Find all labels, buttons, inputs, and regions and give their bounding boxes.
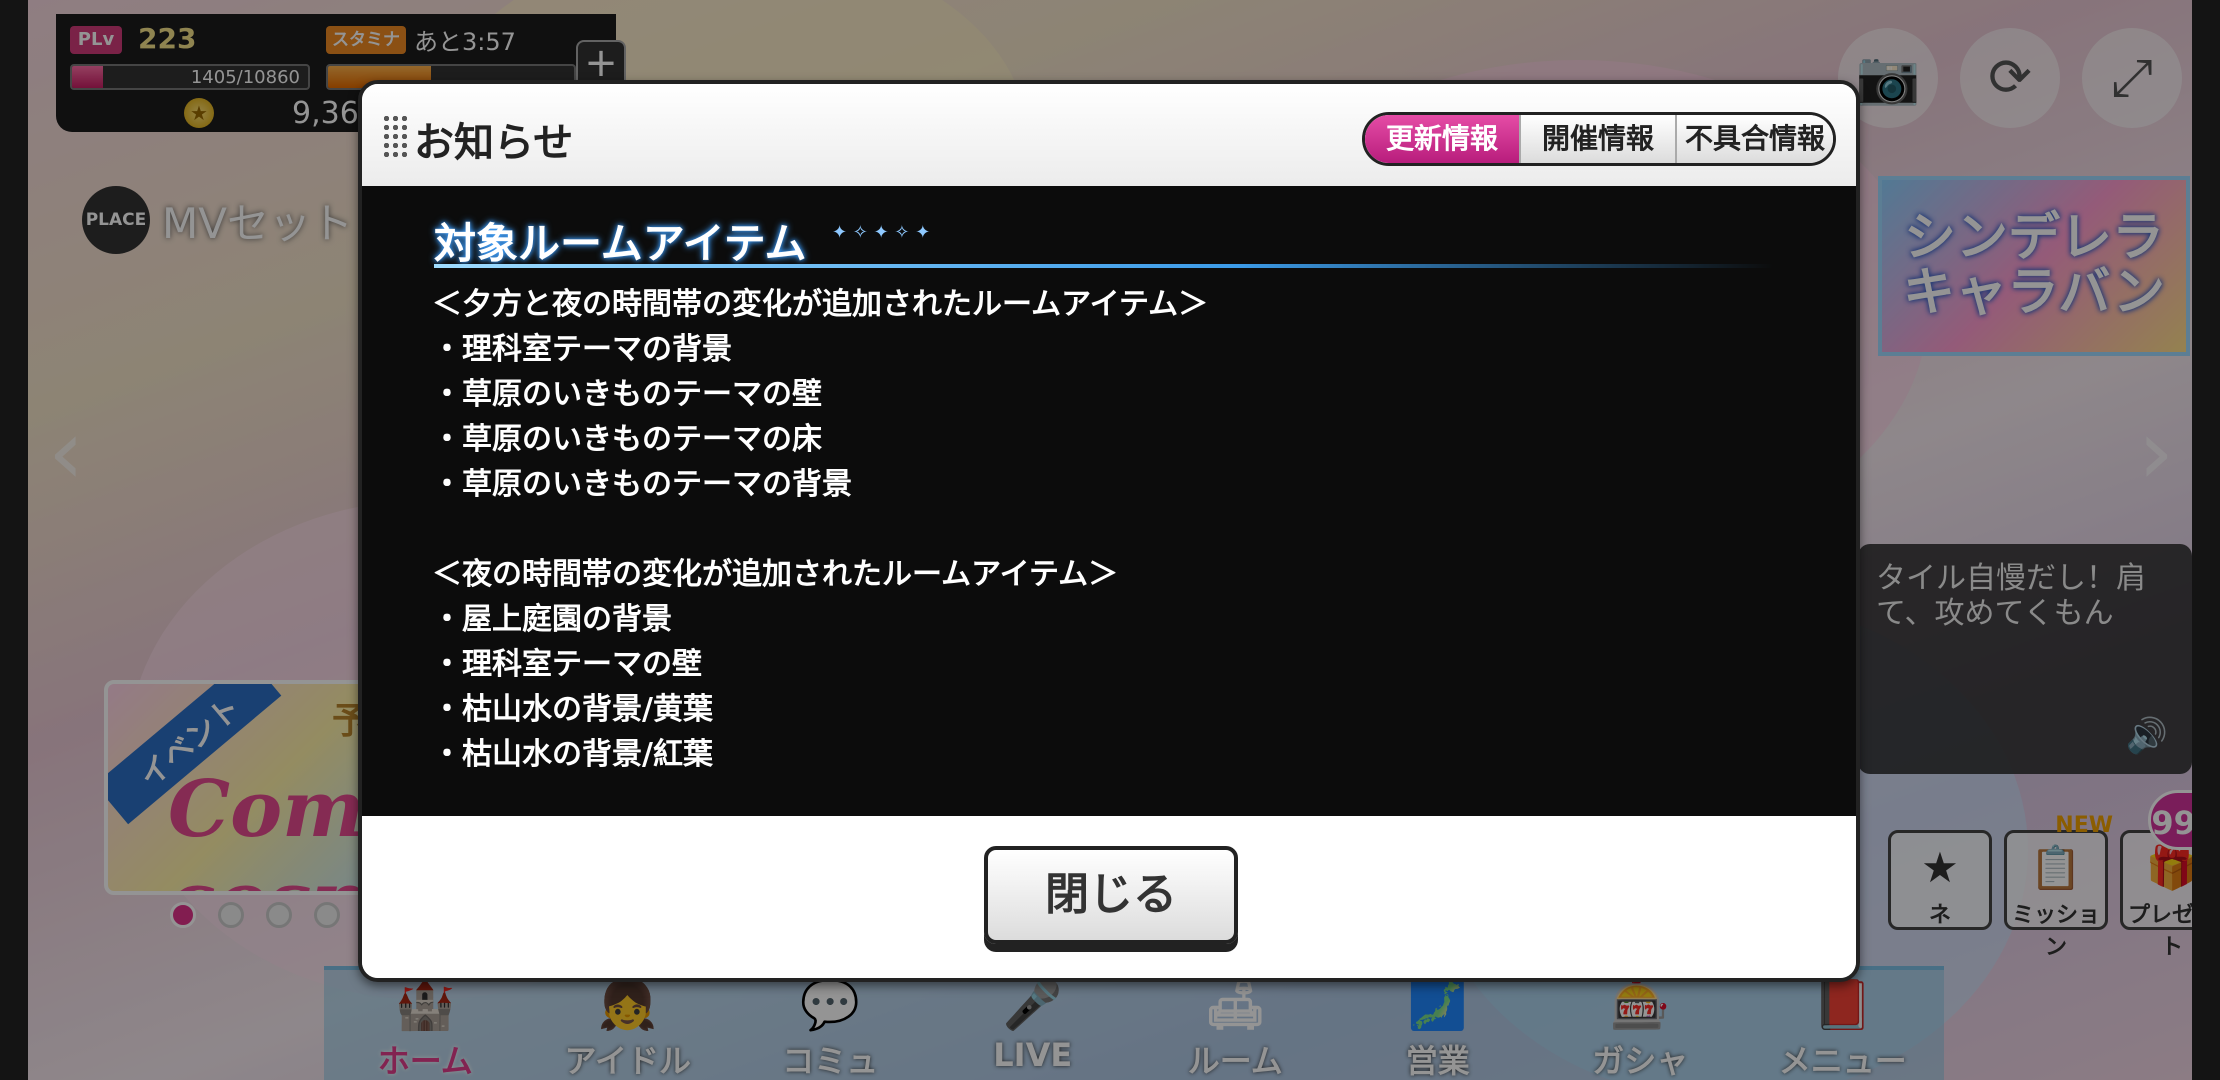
tab-bug-info[interactable]: 不具合情報 (1677, 115, 1833, 163)
notice-line: ・理科室テーマの壁 (432, 647, 702, 682)
notice-spacer (432, 507, 1208, 552)
letterbox-right (2192, 0, 2220, 1080)
notice-tabs: 更新情報 開催情報 不具合情報 (1362, 112, 1836, 166)
notice-content[interactable]: 対象ルームアイテム ✦ ✧ ✦ ✧ ✦ ＜夕方と夜の時間帯の変化が追加されたルー… (362, 186, 1856, 816)
section-divider (434, 264, 1774, 268)
section-title: 対象ルームアイテム (434, 219, 807, 268)
notice-line: ・枯山水の背景/黄葉 (432, 692, 713, 727)
notice-line: ・理科室テーマの背景 (432, 332, 732, 367)
notice-line: ・草原のいきものテーマの壁 (432, 377, 822, 412)
tab-event-info[interactable]: 開催情報 (1521, 115, 1677, 163)
notice-line: ・草原のいきものテーマの背景 (432, 467, 852, 502)
notice-line: ＜夕方と夜の時間帯の変化が追加されたルームアイテム＞ (432, 287, 1209, 322)
letterbox-left (0, 0, 28, 1080)
tab-update-info[interactable]: 更新情報 (1365, 115, 1521, 163)
notice-text: ＜夕方と夜の時間帯の変化が追加されたルームアイテム＞ ・理科室テーマの背景・草原の… (432, 282, 1208, 777)
sparkle-icon: ✦ ✧ ✦ ✧ ✦ (832, 222, 931, 243)
dialog-footer: 閉じる (362, 816, 1856, 978)
grip-icon (382, 114, 408, 158)
notice-dialog: お知らせ 更新情報 開催情報 不具合情報 対象ルームアイテム ✦ ✧ ✦ ✧ ✦… (358, 80, 1860, 982)
notice-line: ・草原のいきものテーマの床 (432, 422, 822, 457)
notice-line: ・枯山水の背景/紅葉 (432, 737, 713, 772)
notice-line: ・屋上庭園の背景 (432, 602, 672, 637)
dialog-header: お知らせ 更新情報 開催情報 不具合情報 (362, 84, 1856, 186)
dialog-title: お知らせ (414, 120, 574, 166)
close-button[interactable]: 閉じる (984, 846, 1238, 944)
notice-line: ＜夜の時間帯の変化が追加されたルームアイテム＞ (432, 557, 1119, 592)
